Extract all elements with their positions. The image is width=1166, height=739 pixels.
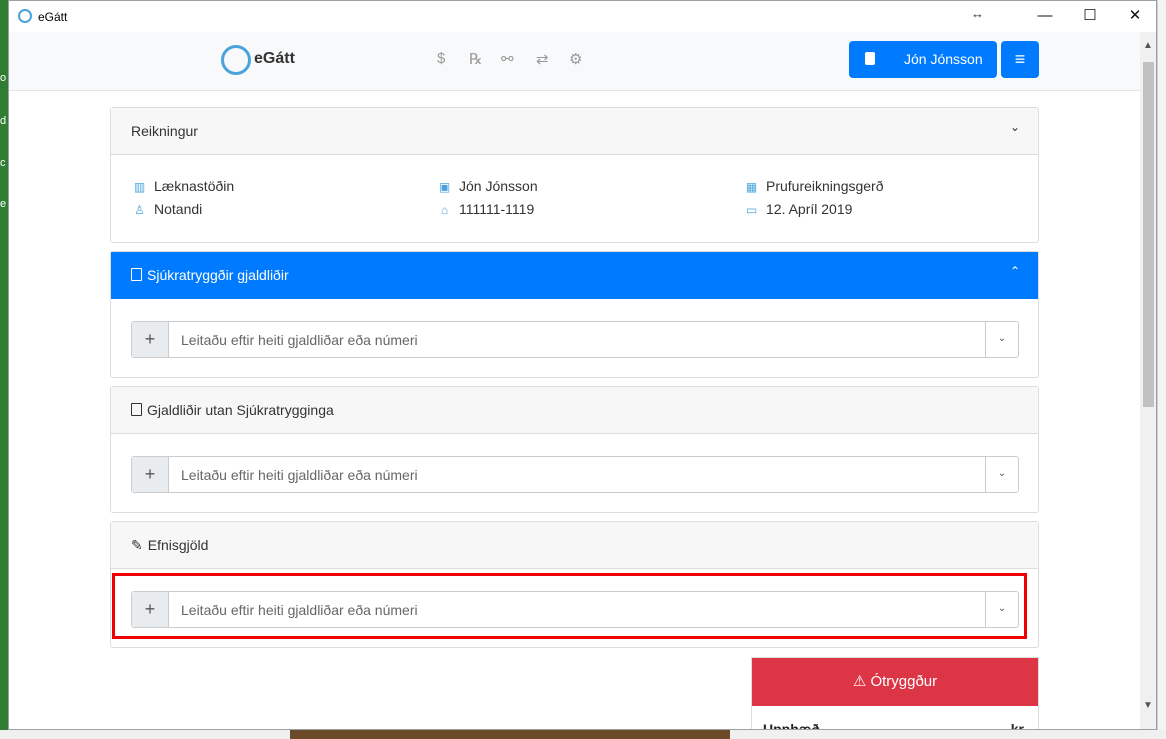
background-window-edge (1157, 0, 1166, 739)
status-label: Ótryggður (870, 673, 938, 690)
dollar-icon[interactable]: $ (437, 50, 445, 67)
search-input[interactable] (169, 322, 985, 357)
add-button[interactable]: + (132, 457, 169, 492)
brand-logo-icon[interactable] (221, 45, 251, 75)
insured-items-card: Sjúkratryggðir gjaldliðir ⌃ + ⌄ (110, 251, 1039, 378)
user-name: Jón Jónsson (904, 51, 983, 67)
file-icon (131, 403, 142, 416)
prescription-icon[interactable]: ℞ (469, 50, 482, 68)
app-logo-icon (18, 9, 32, 23)
info-clinic: ▥ Læknastöðin (133, 178, 234, 194)
uninsured-items-title: Gjaldliðir utan Sjúkratrygginga (131, 402, 334, 418)
currency-label: kr (1010, 721, 1024, 730)
pills-icon[interactable]: ⚯ (501, 50, 514, 68)
chevron-down-icon[interactable]: ⌄ (1010, 120, 1020, 134)
invoice-date: 12. Apríl 2019 (766, 201, 853, 217)
background-text: c (0, 157, 6, 169)
vertical-scrollbar[interactable]: ▲ ▼ (1140, 32, 1156, 729)
pencil-icon: ✎ (131, 537, 143, 553)
background-text: d (0, 115, 7, 127)
chevron-up-icon[interactable]: ⌃ (1010, 264, 1020, 278)
close-button[interactable]: ✕ (1112, 1, 1156, 32)
info-patient: ▣ Jón Jónsson (438, 178, 538, 194)
window-titlebar: eGátt ↔ — ☐ ✕ (9, 1, 1156, 32)
background-taskbar (0, 730, 1166, 739)
patient-name: Jón Jónsson (459, 178, 538, 194)
invoice-card-title: Reikningur (131, 123, 198, 139)
id-card-icon: ▣ (438, 180, 451, 194)
id-badge-icon (865, 52, 875, 65)
uninsured-items-search: + ⌄ (131, 456, 1019, 493)
background-text: o (0, 72, 7, 84)
file-medical-icon (131, 268, 142, 281)
settings-icon[interactable]: ⚙ (569, 50, 582, 68)
user-role: Notandi (154, 201, 203, 217)
app-window: eGátt ↔ — ☐ ✕ eGátt $ ℞ ⚯ ⇄ ⚙ Jón Jónsso… (8, 0, 1157, 730)
invoice-card-header[interactable]: Reikningur ⌄ (111, 108, 1038, 155)
invoice-type: Prufureikningsgerð (766, 178, 884, 194)
hamburger-icon: ≡ (1014, 49, 1026, 69)
calculator-icon: ▦ (745, 180, 758, 194)
insured-items-header[interactable]: Sjúkratryggðir gjaldliðir ⌃ (111, 252, 1038, 299)
hospital-icon: ▥ (133, 180, 146, 194)
exchange-icon[interactable]: ⇄ (536, 50, 549, 68)
highlight-box (112, 573, 1027, 639)
uninsured-items-card: Gjaldliðir utan Sjúkratrygginga + ⌄ (110, 386, 1039, 513)
user-button[interactable]: Jón Jónsson (849, 41, 997, 78)
clinic-name: Læknastöðin (154, 178, 235, 194)
status-card: ⚠ Ótryggður Upphæð kr (751, 657, 1039, 730)
insured-items-title: Sjúkratryggðir gjaldliðir (131, 267, 289, 283)
scroll-down-icon[interactable]: ▼ (1143, 700, 1153, 711)
maximize-button[interactable]: ☐ (1067, 1, 1113, 32)
info-user: ♙ Notandi (133, 201, 202, 217)
page-content: eGátt $ ℞ ⚯ ⇄ ⚙ Jón Jónsson ≡ Reikningur… (9, 32, 1140, 730)
dropdown-toggle[interactable]: ⌄ (985, 322, 1018, 357)
patient-ssn: 111111-1119 (459, 201, 535, 217)
minimize-button[interactable]: — (1022, 1, 1068, 32)
top-navbar: eGátt $ ℞ ⚯ ⇄ ⚙ Jón Jónsson ≡ (9, 32, 1140, 91)
scroll-up-icon[interactable]: ▲ (1143, 40, 1153, 51)
menu-button[interactable]: ≡ (1001, 41, 1039, 78)
add-button[interactable]: + (132, 322, 169, 357)
uninsured-status-banner: ⚠ Ótryggður (752, 658, 1038, 706)
uninsured-items-header[interactable]: Gjaldliðir utan Sjúkratrygginga (111, 387, 1038, 434)
brand-name[interactable]: eGátt (254, 50, 295, 68)
calendar-icon: ▭ (745, 203, 758, 217)
info-invoice-type: ▦ Prufureikningsgerð (745, 178, 884, 194)
scrollbar-thumb[interactable] (1143, 62, 1154, 407)
background-image (290, 730, 730, 739)
resize-icon: ↔ (971, 6, 984, 21)
material-fees-header[interactable]: ✎ Efnisgjöld (111, 522, 1038, 569)
info-date: ▭ 12. Apríl 2019 (745, 201, 853, 217)
info-ssn: ⌂ 111111-1119 (438, 201, 534, 217)
material-fees-title: ✎ Efnisgjöld (131, 537, 209, 553)
window-title: eGátt (38, 10, 68, 24)
dropdown-toggle[interactable]: ⌄ (985, 457, 1018, 492)
background-app-strip: o d c e (0, 0, 8, 739)
background-text: e (0, 198, 7, 210)
search-input[interactable] (169, 457, 985, 492)
amount-label: Upphæð (763, 721, 820, 730)
insured-items-search: + ⌄ (131, 321, 1019, 358)
tag-icon: ⌂ (440, 203, 449, 217)
invoice-card: Reikningur ⌄ ▥ Læknastöðin ♙ Notandi ▣ Jón … (110, 107, 1039, 243)
user-md-icon: ♙ (134, 203, 145, 217)
warning-icon: ⚠ (852, 673, 867, 690)
